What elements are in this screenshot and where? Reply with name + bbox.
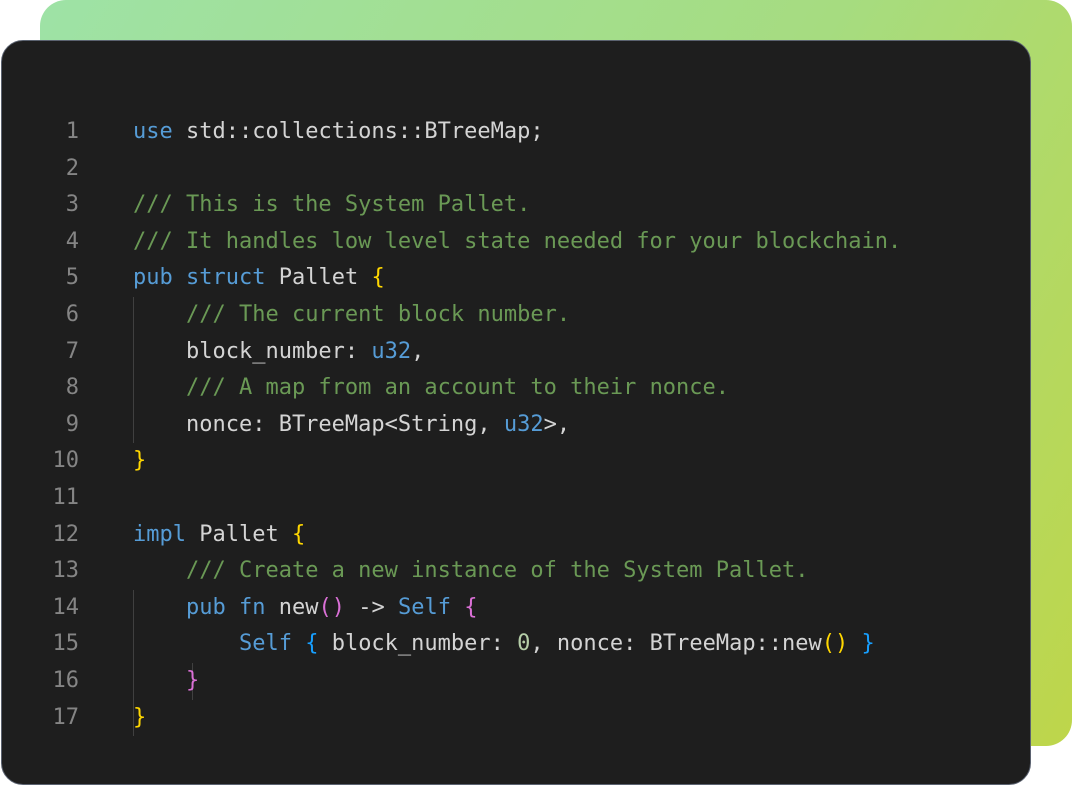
line-content: }	[133, 443, 146, 480]
code-line[interactable]: 3 /// This is the System Pallet.	[2, 187, 1030, 224]
code-token: /// It handles low level state needed fo…	[133, 228, 902, 254]
line-number: 17	[52, 704, 80, 730]
line-content: /// This is the System Pallet.	[133, 187, 530, 224]
code-token: nonce: BTreeMap<String,	[133, 411, 504, 437]
code-line[interactable]: 8 /// A map from an account to their non…	[2, 370, 1030, 407]
code-token: Self	[238, 631, 292, 657]
line-content: /// A map from an account to their nonce…	[133, 370, 729, 407]
line-number: 8	[65, 375, 79, 401]
code-token: ,	[411, 338, 425, 364]
code-line[interactable]: 7 block_number: u32,	[2, 334, 1030, 371]
line-number: 12	[52, 521, 80, 547]
line-number: 5	[65, 265, 79, 291]
code-token: use	[133, 119, 173, 144]
line-content: /// The current block number.	[133, 297, 570, 334]
code-token: , nonce: BTreeMap::new	[530, 631, 822, 657]
code-token: block_number:	[318, 631, 518, 657]
line-content: /// It handles low level state needed fo…	[133, 224, 901, 261]
code-token: /// This is the System Pallet.	[133, 192, 531, 218]
line-number: 6	[65, 301, 79, 327]
code-token: block_number:	[133, 338, 372, 364]
code-token: }	[133, 704, 147, 730]
line-content: /// Create a new instance of the System …	[133, 553, 809, 590]
code-token: /// Create a new instance of the System …	[185, 558, 809, 584]
line-number: 11	[52, 484, 80, 510]
code-line[interactable]: 15 Self { block_number: 0, nonce: BTreeM…	[2, 626, 1030, 663]
code-line[interactable]: 1 use std::collections::BTreeMap;	[2, 114, 1030, 151]
code-token: u32	[503, 411, 544, 437]
code-token: /// The current block number.	[185, 301, 571, 327]
code-line[interactable]: 4 /// It handles low level state needed f…	[2, 224, 1030, 261]
code-block[interactable]: 1 use std::collections::BTreeMap; 2 3/// Th…	[2, 114, 1030, 737]
line-number: 13	[52, 558, 80, 584]
code-token: }	[861, 631, 875, 657]
code-editor[interactable]: 1 use std::collections::BTreeMap; 2 3/// Th…	[1, 40, 1031, 785]
line-number: 3	[65, 192, 79, 218]
line-number: 2	[65, 155, 79, 181]
code-token: }	[185, 667, 200, 693]
code-line[interactable]: 13 /// Create a new instance of the Syst…	[2, 553, 1030, 590]
code-token: pub	[133, 265, 173, 291]
code-line[interactable]: 6 /// The current block number.	[2, 297, 1030, 334]
code-token: struct	[186, 265, 266, 291]
code-token: u32	[371, 338, 412, 364]
line-number: 10	[52, 448, 80, 474]
line-number: 16	[52, 667, 80, 693]
code-line[interactable]: 2	[2, 151, 1030, 188]
code-token: {	[464, 594, 478, 620]
line-content: impl Pallet {	[133, 517, 305, 554]
code-line[interactable]: 11	[2, 480, 1030, 517]
line-content: use std::collections::BTreeMap;	[133, 114, 544, 151]
line-number: 14	[52, 594, 80, 620]
line-content: }	[133, 663, 199, 700]
line-content: Self { block_number: 0, nonce: BTreeMap:…	[133, 626, 875, 663]
code-line[interactable]: 9 nonce: BTreeMap<String, u32>,	[2, 407, 1030, 444]
code-token: Self	[397, 594, 451, 620]
line-number: 4	[65, 228, 79, 254]
code-token: new	[265, 594, 319, 620]
code-token: 0	[517, 631, 531, 657]
line-content: block_number: u32,	[133, 334, 424, 371]
code-token: Pallet	[185, 521, 292, 547]
code-token: std::collections::BTreeMap;	[172, 119, 544, 144]
code-token: ()	[821, 631, 849, 657]
code-token: /// A map from an account to their nonce…	[185, 375, 730, 401]
code-token: Pallet	[265, 265, 372, 291]
code-line[interactable]: 16 }	[2, 663, 1030, 700]
code-token: {	[291, 521, 306, 547]
code-token: ()	[318, 594, 345, 620]
line-content: }	[133, 700, 146, 737]
code-token: >,	[543, 411, 571, 437]
line-content: pub fn new() -> Self {	[133, 590, 477, 627]
code-token: fn	[238, 594, 266, 620]
line-content: nonce: BTreeMap<String, u32>,	[133, 407, 570, 444]
code-token: impl	[133, 521, 186, 547]
code-line[interactable]: 14 pub fn new() -> Self {	[2, 590, 1030, 627]
code-line[interactable]: 17}	[2, 700, 1030, 737]
code-token: {	[371, 265, 385, 291]
line-number: 9	[65, 411, 79, 437]
code-line[interactable]: 10}	[2, 443, 1030, 480]
code-token: pub	[185, 594, 226, 620]
code-token: ->	[344, 594, 398, 620]
code-token: {	[305, 631, 319, 657]
line-number: 1	[65, 119, 79, 144]
code-token: }	[133, 448, 147, 474]
line-number: 15	[52, 631, 80, 657]
code-line[interactable]: 5 pub struct Pallet {	[2, 260, 1030, 297]
line-content: pub struct Pallet {	[133, 260, 385, 297]
line-number: 7	[65, 338, 79, 364]
code-line[interactable]: 12 impl Pallet {	[2, 517, 1030, 554]
